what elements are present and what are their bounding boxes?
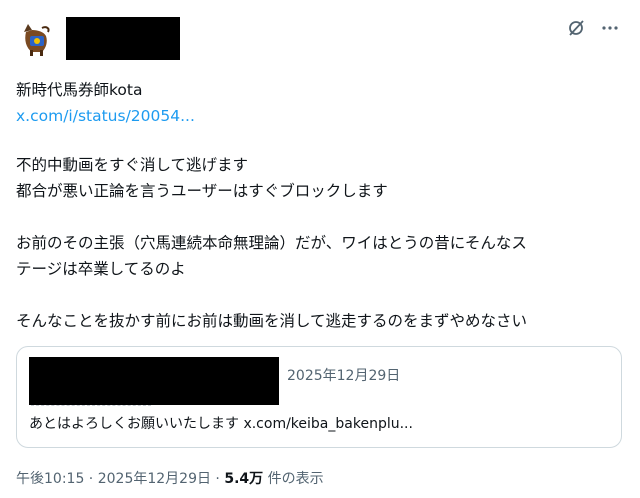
redacted-quote-author — [29, 357, 279, 405]
meta-separator: · — [84, 471, 98, 487]
quoted-tweet[interactable]: 2025年12月29日 あとはよろしくお願いいたします x.com/keiba_… — [16, 346, 622, 448]
horse-avatar-icon — [24, 24, 50, 56]
tweet-line-1: 不的中動画をすぐ消して逃げます — [16, 156, 249, 174]
quote-handle-remnant — [31, 405, 151, 412]
view-count: 5.4万 — [224, 471, 264, 487]
quote-date: 2025年12月29日 — [287, 368, 401, 384]
quote-text: あとはよろしくお願いいたします x.com/keiba_bakenplu... — [29, 416, 413, 432]
tweet-line-3: お前のその主張（穴馬連続本命無理論）だが、ワイはとうの昔にそんなス — [16, 234, 527, 252]
view-count-label: 件の表示 — [263, 471, 324, 487]
author-name: 新時代馬券師kota — [16, 81, 143, 99]
tweet-line-5: そんなことを抜かす前にお前は動画を消して逃走するのをまずやめなさい — [16, 312, 528, 330]
tweet-line-4: テージは卒業してるのよ — [16, 260, 186, 278]
tweet-date[interactable]: 2025年12月29日 — [98, 471, 211, 487]
meta-separator: · — [210, 471, 225, 487]
avatar[interactable] — [16, 18, 56, 58]
tweet-line-2: 都合が悪い正論を言うユーザーはすぐブロックします — [16, 182, 388, 200]
header-actions — [566, 18, 620, 38]
more-icon[interactable] — [600, 18, 620, 38]
tweet-meta: 午後10:15 · 2025年12月29日 · 5.4万 件の表示 — [16, 468, 324, 488]
grok-icon[interactable] — [566, 18, 586, 38]
status-link[interactable]: x.com/i/status/20054... — [16, 104, 624, 128]
redacted-author-name — [66, 17, 180, 60]
tweet-time[interactable]: 午後10:15 — [16, 471, 84, 487]
